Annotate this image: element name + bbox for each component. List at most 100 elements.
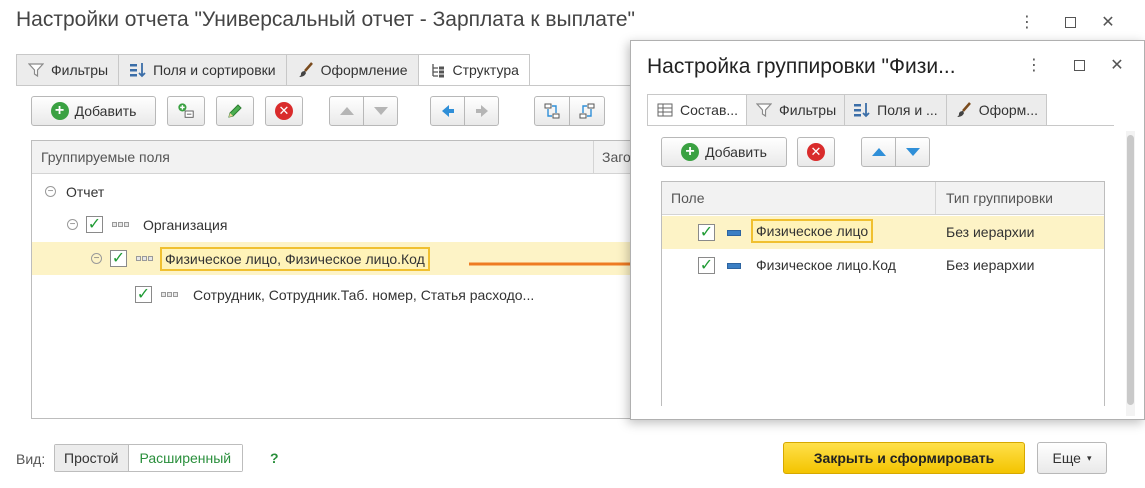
move-right-button[interactable] (464, 96, 499, 126)
scrollbar-thumb[interactable] (1127, 135, 1134, 405)
tab-label: Оформ... (978, 102, 1038, 118)
tree-row-label: Физическое лицо, Физическое лицо.Код (160, 246, 430, 271)
grouping-type: Без иерархии (946, 224, 1035, 240)
collapse-icon: − (67, 219, 78, 230)
move-up-button[interactable] (861, 137, 896, 167)
tab-label: Фильтры (779, 102, 837, 118)
group-down-button[interactable] (569, 96, 605, 126)
tree-row-label: Отчет (66, 183, 105, 200)
arrow-down-icon (373, 107, 388, 115)
field-icon (136, 255, 154, 263)
row-checkbox[interactable]: ✓ (86, 216, 103, 233)
move-up-button[interactable] (329, 96, 364, 126)
view-label: Вид: (16, 451, 46, 467)
move-down-button[interactable] (363, 96, 398, 126)
col-field: Поле (671, 190, 705, 206)
tree-row-organization[interactable]: − ✓ Организация (32, 208, 634, 241)
delete-button[interactable]: ✕ (797, 137, 835, 167)
field-name: Физическое лицо.Код (756, 257, 896, 273)
tab-label: Поля и сортировки (153, 62, 276, 78)
tabs-divider (647, 125, 1114, 126)
help-link[interactable]: ? (270, 450, 279, 466)
field-icon (727, 263, 741, 269)
add-button[interactable]: + Добавить (31, 96, 156, 126)
row-checkbox[interactable]: ✓ (110, 250, 127, 267)
tab-label: Состав... (680, 102, 739, 118)
maximize-icon[interactable] (1069, 55, 1089, 75)
arrow-down-icon (905, 148, 920, 156)
more-menu-icon[interactable]: ⋮ (1024, 55, 1044, 75)
tab-appearance[interactable]: Оформ... (945, 94, 1047, 126)
structure-icon (429, 61, 447, 79)
more-menu-icon[interactable]: ⋮ (1017, 12, 1037, 32)
tree-row-label: Сотрудник, Сотрудник.Таб. номер, Статья … (193, 286, 535, 303)
add-button-label: Добавить (705, 144, 767, 160)
maximize-icon[interactable] (1060, 12, 1080, 32)
delete-button[interactable]: ✕ (265, 96, 303, 126)
brush-icon (297, 61, 315, 79)
plus-icon: + (50, 102, 69, 120)
dialog-title: Настройка группировки "Физи... (647, 55, 956, 78)
dialog-tabs: Состав... Фильтры Поля и ... Оформ... (647, 94, 1047, 126)
add-group-icon (177, 102, 195, 120)
tab-filters[interactable]: Фильтры (16, 54, 120, 86)
add-button[interactable]: + Добавить (661, 137, 787, 167)
row-checkbox[interactable]: ✓ (698, 257, 715, 274)
arrow-right-icon (473, 102, 491, 120)
chevron-down-icon: ▾ (1086, 452, 1092, 463)
table-icon (656, 101, 674, 119)
add-new-grouping-button[interactable] (167, 96, 205, 126)
close-icon[interactable]: ✕ (1098, 12, 1118, 32)
delete-icon: ✕ (275, 102, 293, 120)
more-button[interactable]: Еще ▾ (1037, 442, 1107, 474)
arrow-up-icon (339, 107, 354, 115)
view-extended-toggle[interactable]: Расширенный (128, 445, 243, 471)
scrollbar-track[interactable] (1126, 131, 1135, 416)
col-divider (935, 182, 936, 215)
main-tabs: Фильтры Поля и сортировки Оформление Стр… (16, 54, 530, 86)
tab-label: Оформление (320, 62, 408, 78)
tree-row-employee[interactable]: ✓ Сотрудник, Сотрудник.Таб. номер, Стать… (32, 278, 634, 311)
tab-appearance[interactable]: Оформление (285, 54, 419, 86)
grouping-type: Без иерархии (946, 257, 1035, 273)
col-grouping-type: Тип группировки (946, 190, 1053, 206)
field-icon (112, 221, 130, 229)
move-down-button[interactable] (895, 137, 930, 167)
close-icon[interactable]: ✕ (1107, 55, 1127, 75)
tab-composition[interactable]: Состав... (647, 94, 748, 126)
tab-label: Структура (452, 62, 519, 78)
tab-structure[interactable]: Структура (417, 54, 530, 86)
filter-icon (27, 61, 45, 79)
arrow-left-icon (439, 102, 457, 120)
brush-icon (955, 101, 973, 119)
group-up-button[interactable] (534, 96, 570, 126)
move-left-button[interactable] (430, 96, 465, 126)
tab-fields-sort[interactable]: Поля и ... (844, 94, 947, 126)
fields-sort-icon (853, 101, 871, 119)
tree-row-report[interactable]: − Отчет (32, 175, 634, 208)
table-row-person-code[interactable]: ✓ Физическое лицо.Код Без иерархии (662, 249, 1104, 282)
collapse-icon: − (45, 186, 56, 197)
field-name: Физическое лицо (751, 219, 874, 243)
tab-filters[interactable]: Фильтры (746, 94, 846, 126)
add-button-label: Добавить (74, 103, 137, 119)
window-title: Настройки отчета "Универсальный отчет - … (16, 8, 635, 31)
tab-fields-sort[interactable]: Поля и сортировки (118, 54, 287, 86)
view-switch: Простой Расширенный (54, 444, 244, 472)
row-checkbox[interactable]: ✓ (135, 286, 152, 303)
tab-label: Фильтры (51, 62, 109, 78)
grid-header: Поле Тип группировки (662, 182, 1104, 215)
delete-icon: ✕ (807, 143, 825, 161)
table-row-person-selected[interactable]: ✓ Физическое лицо Без иерархии (662, 216, 1104, 249)
edit-button[interactable] (216, 96, 254, 126)
view-simple-toggle[interactable]: Простой (55, 445, 129, 471)
regroup-down-icon (578, 102, 596, 120)
grouping-fields-table[interactable]: Поле Тип группировки ✓ Физическое лицо Б… (661, 181, 1105, 406)
field-icon (727, 230, 741, 236)
pencil-icon (226, 102, 244, 120)
row-checkbox[interactable]: ✓ (698, 224, 715, 241)
regroup-up-icon (543, 102, 561, 120)
structure-tree[interactable]: Группируемые поля Заго − Отчет − ✓ Орган… (31, 140, 635, 419)
col-divider (593, 141, 594, 174)
close-and-generate-button[interactable]: Закрыть и сформировать (783, 442, 1025, 474)
